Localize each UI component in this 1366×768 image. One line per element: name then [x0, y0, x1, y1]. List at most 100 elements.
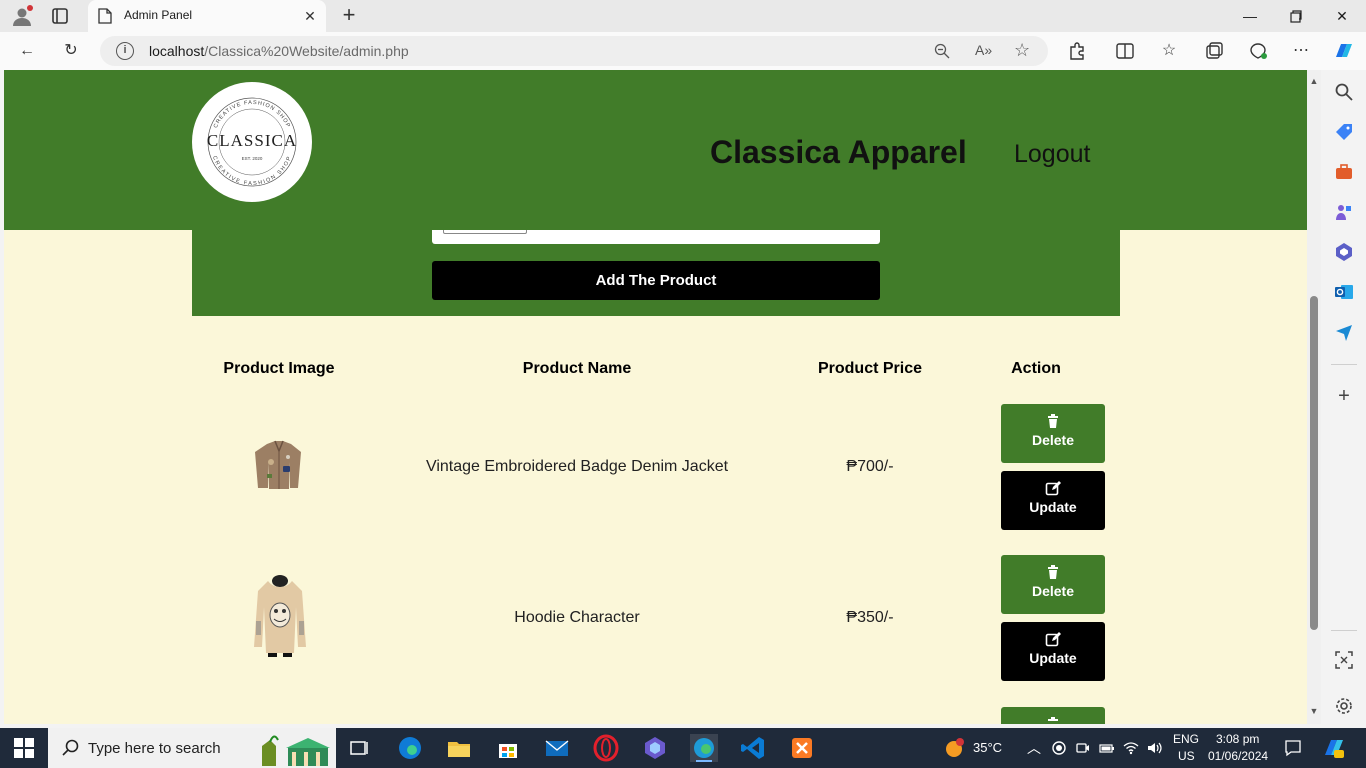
close-window-icon[interactable]: ✕ [1330, 4, 1354, 28]
split-screen-icon[interactable] [1114, 40, 1136, 62]
svg-text:CREATIVE FASHION SHOP: CREATIVE FASHION SHOP [213, 100, 291, 129]
product-image-file-input[interactable] [432, 230, 880, 244]
wifi-icon[interactable] [1123, 740, 1139, 756]
update-label: Update [1029, 650, 1077, 666]
trash-icon [1048, 565, 1058, 579]
vscode-icon[interactable] [739, 734, 767, 762]
input-region[interactable]: US [1178, 749, 1195, 763]
delete-label: Delete [1031, 432, 1075, 448]
sidebar-separator [1331, 630, 1357, 631]
logo-ring-top-text: CREATIVE FASHION SHOP [213, 100, 290, 129]
add-icon[interactable]: + [1334, 386, 1354, 406]
new-tab-icon[interactable]: + [338, 4, 360, 26]
send-icon[interactable] [1334, 322, 1354, 342]
notifications-icon[interactable] [1284, 739, 1302, 757]
copilot-icon[interactable] [1332, 39, 1356, 63]
delete-label: Delete [1031, 583, 1075, 599]
browser-toolbar: ← ↻ i localhost/Classica%20Website/admin… [0, 32, 1366, 70]
header-action: Action [1011, 360, 1061, 377]
logout-link[interactable]: Logout [1014, 140, 1090, 169]
site-header: CREATIVE FASHION SHOP CREATIVE FASHION S… [4, 70, 1307, 230]
header-product-image: Product Image [223, 360, 335, 377]
volume-icon[interactable] [1146, 740, 1162, 756]
windows-start-icon[interactable] [14, 738, 34, 758]
url-text[interactable]: localhost/Classica%20Website/admin.php [149, 43, 409, 59]
edge-browser-icon[interactable] [690, 734, 718, 762]
camera-icon[interactable] [1075, 740, 1091, 756]
scroll-up-icon[interactable]: ▲ [1309, 76, 1319, 86]
outlook-icon[interactable] [1334, 282, 1354, 302]
edge-sidebar: + [1321, 70, 1366, 724]
delete-button[interactable]: Delete [1001, 555, 1105, 614]
search-icon[interactable] [1334, 82, 1354, 102]
copilot-app-icon[interactable] [641, 734, 669, 762]
tab-title: Admin Panel [124, 8, 193, 22]
logo-wordmark: CLASSICA [207, 131, 297, 150]
browser-essentials-icon[interactable] [1247, 40, 1269, 62]
delete-button[interactable]: Delete [1001, 404, 1105, 463]
collections-icon[interactable] [1203, 40, 1225, 62]
weather-sun-icon[interactable] [943, 737, 965, 759]
file-explorer-icon[interactable] [445, 734, 473, 762]
mail-icon[interactable] [543, 734, 571, 762]
refresh-icon[interactable]: ↻ [60, 40, 82, 62]
restore-icon[interactable] [1284, 4, 1308, 28]
settings-gear-icon[interactable] [1334, 696, 1354, 716]
page-scrollbar[interactable]: ▲ ▼ [1307, 70, 1321, 724]
opera-icon[interactable] [592, 734, 620, 762]
classica-logo[interactable]: CREATIVE FASHION SHOP CREATIVE FASHION S… [192, 82, 312, 202]
screenshot-icon[interactable] [1334, 650, 1354, 670]
edit-icon [1045, 481, 1061, 496]
edit-icon [1045, 632, 1061, 647]
update-button[interactable]: Update [1001, 471, 1105, 530]
more-menu-icon[interactable]: ⋯ [1290, 40, 1312, 62]
tab-admin-panel[interactable]: Admin Panel ✕ [88, 0, 326, 32]
task-view-icon[interactable] [346, 734, 374, 762]
page-icon [98, 8, 112, 24]
record-icon[interactable] [1051, 740, 1067, 756]
close-tab-icon[interactable]: ✕ [302, 8, 318, 24]
read-aloud-icon[interactable]: A» [975, 42, 992, 58]
brand-title: Classica Apparel [710, 134, 967, 170]
header-product-price: Product Price [817, 360, 923, 377]
games-icon[interactable] [1334, 202, 1354, 222]
edge-dev-icon[interactable] [396, 734, 424, 762]
delete-button[interactable] [1001, 707, 1105, 724]
copilot-taskbar-icon[interactable] [1322, 736, 1346, 760]
back-icon[interactable]: ← [16, 40, 38, 62]
clock-date[interactable]: 01/06/2024 [1208, 749, 1268, 763]
clock-time[interactable]: 3:08 pm [1216, 732, 1259, 746]
profile-icon[interactable] [10, 4, 34, 28]
scroll-down-icon[interactable]: ▼ [1309, 706, 1319, 716]
zoom-out-icon[interactable] [934, 43, 950, 59]
xampp-icon[interactable] [788, 734, 816, 762]
header-product-name: Product Name [522, 360, 632, 377]
favorite-star-icon[interactable]: ☆ [1014, 40, 1030, 61]
search-highlight-image [262, 735, 330, 766]
update-button[interactable]: Update [1001, 622, 1105, 681]
trash-icon [1048, 414, 1058, 428]
tools-icon[interactable] [1334, 162, 1354, 182]
logo-graphic: CREATIVE FASHION SHOP CREATIVE FASHION S… [207, 97, 297, 187]
tab-actions-icon[interactable] [48, 4, 72, 28]
minimize-icon[interactable]: — [1238, 4, 1262, 28]
add-product-button[interactable]: Add The Product [432, 261, 880, 300]
address-bar[interactable]: i localhost/Classica%20Website/admin.php… [100, 36, 1048, 66]
product-name-cell: Vintage Embroidered Badge Denim Jacket [425, 458, 729, 475]
extensions-icon[interactable] [1066, 40, 1088, 62]
show-hidden-icons-icon[interactable]: ︿ [1027, 738, 1041, 758]
weather-temp[interactable]: 35°C [973, 740, 1002, 755]
favorites-icon[interactable]: ☆ [1158, 40, 1180, 62]
choose-file-button[interactable] [443, 230, 527, 234]
shopping-tag-icon[interactable] [1334, 122, 1354, 142]
taskbar-search-box[interactable]: Type here to search [48, 728, 336, 768]
microsoft-store-icon[interactable] [494, 734, 522, 762]
page-viewport: CREATIVE FASHION SHOP CREATIVE FASHION S… [4, 70, 1307, 724]
scroll-thumb[interactable] [1310, 296, 1318, 630]
hoodie-image [254, 575, 306, 657]
battery-icon[interactable] [1099, 740, 1115, 756]
info-icon[interactable]: i [116, 42, 134, 60]
input-language[interactable]: ENG [1173, 732, 1199, 746]
product-name-cell: Hoodie Character [514, 609, 640, 626]
microsoft-365-icon[interactable] [1334, 242, 1354, 262]
